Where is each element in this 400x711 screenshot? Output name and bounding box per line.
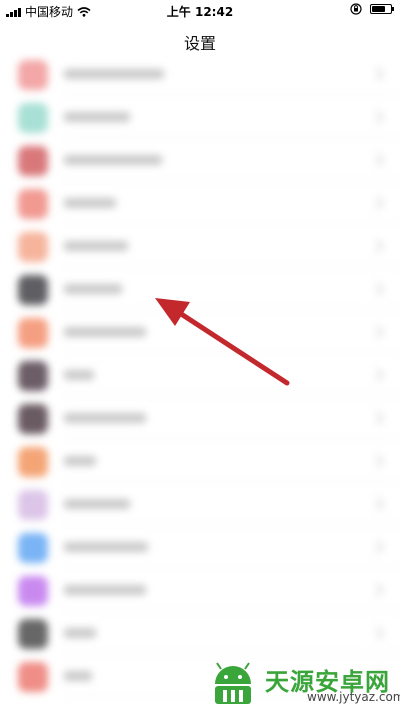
list-item-label: [64, 370, 94, 380]
android-logo-icon: [215, 662, 251, 704]
list-item-label: [64, 69, 164, 79]
list-item[interactable]: [0, 353, 400, 396]
app-icon: [18, 576, 48, 606]
status-right: [350, 3, 394, 15]
app-icon: [18, 404, 48, 434]
list-item-label: [64, 198, 116, 208]
status-time: 上午 12:42: [166, 5, 234, 19]
app-icon: [18, 232, 48, 262]
rotation-lock-icon: [350, 3, 362, 15]
chevron-right-icon: [369, 625, 385, 641]
app-icon: [18, 146, 48, 176]
chevron-right-icon: [369, 324, 385, 340]
list-item[interactable]: [0, 310, 400, 353]
page-title: 设置: [183, 34, 216, 53]
list-item-label: [64, 628, 96, 638]
list-item-label: [64, 671, 92, 681]
list-item[interactable]: [0, 611, 400, 654]
app-icon: [18, 619, 48, 649]
chevron-right-icon: [369, 453, 385, 469]
app-icon: [18, 662, 48, 692]
list-item[interactable]: [0, 267, 400, 310]
chevron-right-icon: [369, 582, 385, 598]
list-item-label: [64, 284, 122, 294]
status-bar: 中国移动 上午 12:42: [0, 0, 400, 22]
list-item[interactable]: [0, 138, 400, 181]
chevron-right-icon: [369, 367, 385, 383]
app-icon: [18, 490, 48, 520]
watermark-url: www.jytyaz.com: [307, 690, 400, 704]
chevron-right-icon: [369, 539, 385, 555]
chevron-right-icon: [369, 281, 385, 297]
app-icon: [18, 318, 48, 348]
list-item[interactable]: [0, 95, 400, 138]
app-icon: [18, 447, 48, 477]
list-item-label: [64, 327, 146, 337]
app-icon: [18, 60, 48, 90]
chevron-right-icon: [369, 238, 385, 254]
list-item-label: [64, 241, 128, 251]
list-item[interactable]: [0, 525, 400, 568]
chevron-right-icon: [369, 195, 385, 211]
list-item[interactable]: [0, 181, 400, 224]
chevron-right-icon: [369, 496, 385, 512]
app-icon: [18, 533, 48, 563]
chevron-right-icon: [369, 152, 385, 168]
list-item-label: [64, 155, 162, 165]
app-icon: [18, 189, 48, 219]
list-item[interactable]: [0, 396, 400, 439]
list-item[interactable]: [0, 439, 400, 482]
app-icon: [18, 103, 48, 133]
list-item-label: [64, 499, 130, 509]
list-item-label: [64, 112, 130, 122]
list-item-label: [64, 413, 146, 423]
list-item-label: [64, 542, 148, 552]
chevron-right-icon: [369, 66, 385, 82]
list-item[interactable]: [0, 52, 400, 95]
list-item[interactable]: [0, 568, 400, 611]
list-item[interactable]: [0, 224, 400, 267]
app-icon: [18, 361, 48, 391]
list-item-label: [64, 585, 146, 595]
watermark: 天源安卓网 www.jytyaz.com: [207, 660, 400, 706]
chevron-right-icon: [369, 410, 385, 426]
list-item-label: [64, 456, 96, 466]
app-icon: [18, 275, 48, 305]
settings-list[interactable]: [0, 52, 400, 711]
list-item[interactable]: [0, 482, 400, 525]
chevron-right-icon: [369, 109, 385, 125]
battery-icon: [370, 4, 394, 14]
